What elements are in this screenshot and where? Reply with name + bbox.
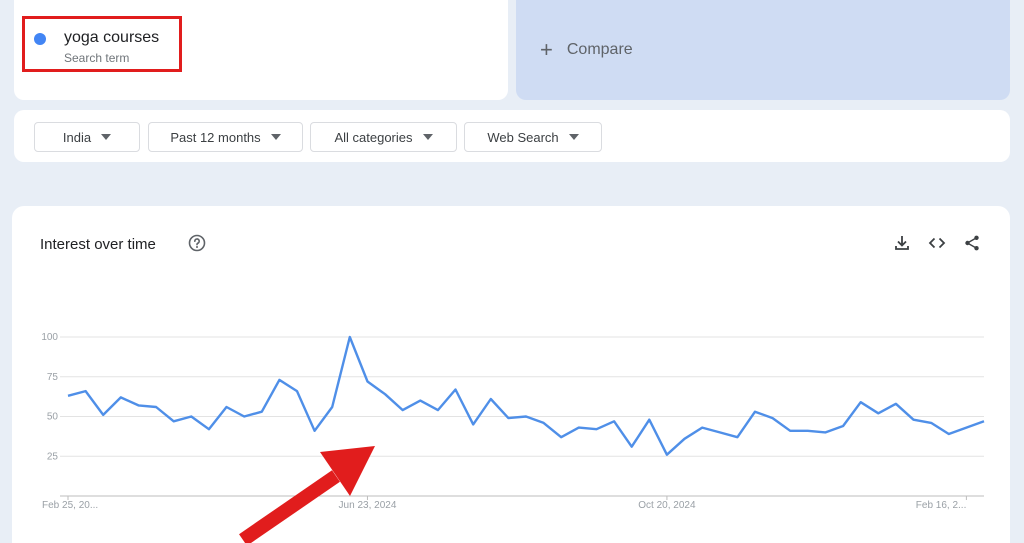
y-axis-ticks: 25 50 75 100 [41, 332, 58, 462]
x-tick-label: Feb 16, 2... [916, 500, 967, 511]
arrow-shaft [239, 470, 340, 543]
y-tick-label: 25 [47, 451, 59, 462]
series-line-yoga-courses [67, 335, 985, 456]
x-tick-label: Jun 23, 2024 [339, 500, 397, 511]
y-tick-label: 50 [47, 412, 59, 423]
x-tick-label: Feb 25, 20... [42, 500, 98, 511]
y-tick-label: 75 [47, 372, 59, 383]
x-axis-ticks: Feb 25, 20... Jun 23, 2024 Oct 20, 2024 Feb… [42, 496, 967, 511]
x-tick-label: Oct 20, 2024 [638, 500, 696, 511]
series-layer [67, 335, 985, 456]
y-tick-label: 100 [41, 332, 58, 343]
line-chart: 25 50 75 100 Feb 25, 20... Jun 23, 2024 Oct 2… [41, 332, 985, 543]
annotation-arrow [239, 446, 375, 543]
